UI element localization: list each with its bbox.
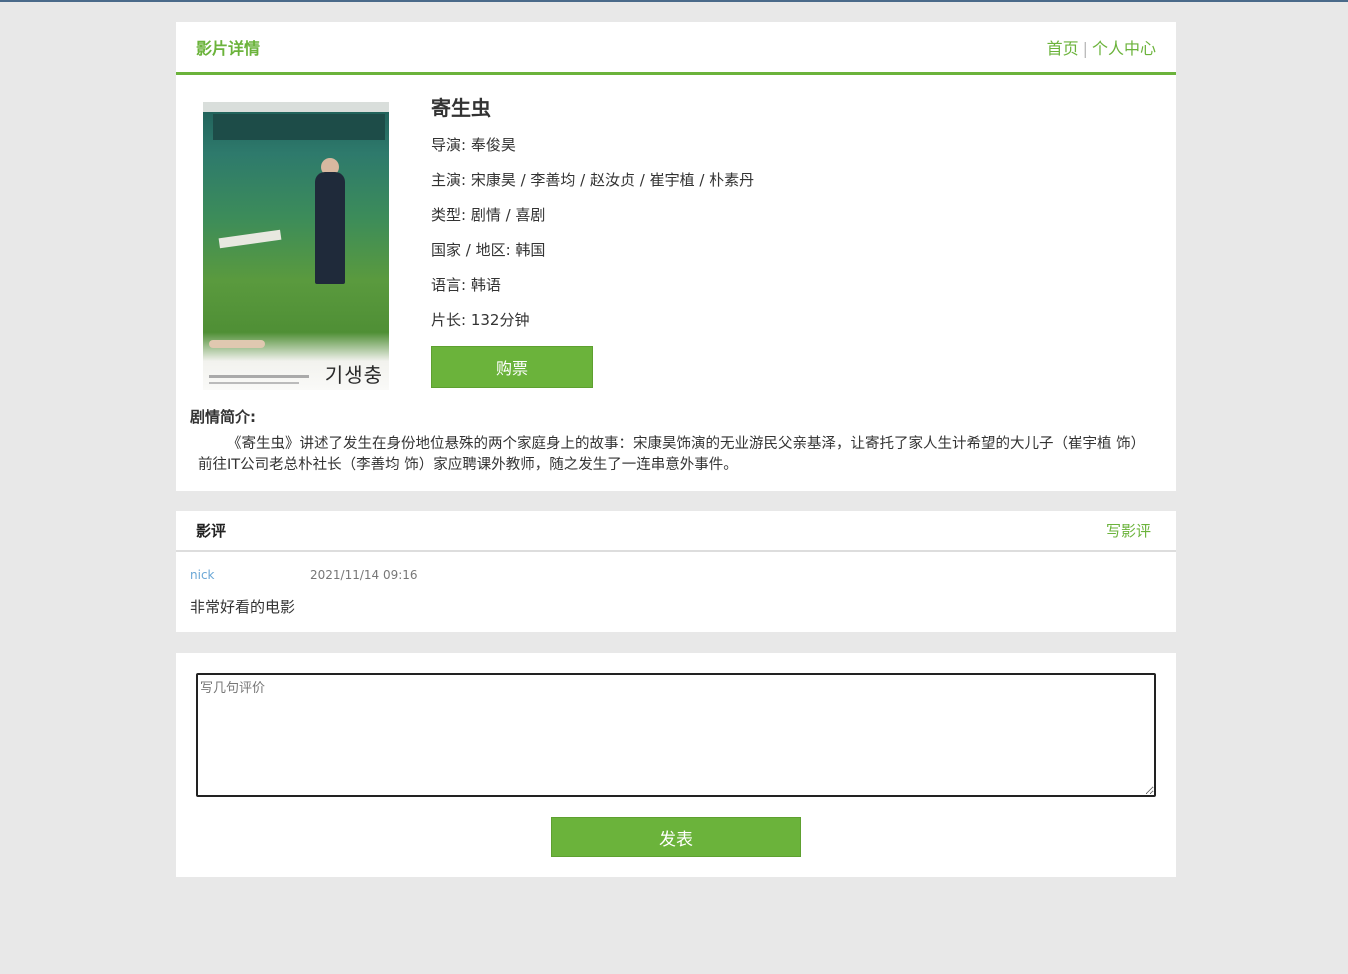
poster-credits-line	[209, 375, 309, 378]
review-meta: nick 2021/11/14 09:16	[190, 566, 1162, 584]
movie-runtime: 片长: 132分钟	[431, 311, 530, 329]
reviews-panel: 影评 写影评 nick 2021/11/14 09:16 非常好看的电影	[176, 511, 1176, 632]
poster-house	[213, 114, 385, 140]
home-link[interactable]: 首页	[1047, 39, 1079, 58]
synopsis: 剧情简介: 《寄生虫》讲述了发生在身份地位悬殊的两个家庭身上的故事：宋康昊饰演的…	[190, 406, 1150, 476]
page-title: 影片详情	[196, 39, 261, 58]
poster-title: 기생충	[324, 363, 383, 387]
review-user-link[interactable]: nick	[190, 568, 310, 582]
review-item: nick 2021/11/14 09:16 非常好看的电影	[176, 552, 1176, 617]
poster-credits-line	[209, 382, 299, 384]
post-comment-button[interactable]: 发表	[551, 817, 801, 857]
movie-region: 国家 / 地区: 韩国	[431, 241, 546, 259]
movie-info: 寄生虫 导演: 奉俊昊 主演: 宋康昊 / 李善均 / 赵汝贞 / 崔宇植 / …	[431, 92, 754, 388]
buy-ticket-button[interactable]: 购票	[431, 346, 593, 388]
write-review-link[interactable]: 写影评	[1106, 520, 1151, 541]
header-nav: 首页 | 个人中心	[1047, 35, 1156, 59]
movie-cast: 主演: 宋康昊 / 李善均 / 赵汝贞 / 崔宇植 / 朴素丹	[431, 171, 755, 189]
poster-legs	[209, 340, 265, 348]
profile-link[interactable]: 个人中心	[1092, 39, 1156, 58]
poster-lounger	[218, 229, 282, 249]
movie-title: 寄生虫	[431, 96, 491, 120]
comment-textarea[interactable]	[196, 673, 1156, 797]
top-border	[0, 0, 1348, 2]
movie-genre: 类型: 剧情 / 喜剧	[431, 206, 546, 224]
reviews-title: 影评	[196, 522, 227, 540]
synopsis-text: 《寄生虫》讲述了发生在身份地位悬殊的两个家庭身上的故事：宋康昊饰演的无业游民父亲…	[198, 436, 1146, 473]
nav-separator: |	[1082, 39, 1088, 58]
movie-poster: 기생충	[203, 102, 389, 390]
poster-roof	[203, 102, 389, 112]
comment-form-panel: 发表	[176, 653, 1176, 877]
detail-header: 影片详情 首页 | 个人中心	[176, 22, 1176, 75]
review-timestamp: 2021/11/14 09:16	[310, 568, 418, 582]
reviews-header: 影评 写影评	[176, 511, 1176, 552]
movie-detail-panel: 影片详情 首页 | 个人中心 기생충 寄生虫 导演: 奉俊昊 主演: 宋康昊 / 李…	[176, 22, 1176, 491]
movie-director: 导演: 奉俊昊	[431, 136, 516, 154]
poster-figure	[315, 172, 345, 284]
synopsis-label: 剧情简介:	[190, 408, 256, 426]
review-text: 非常好看的电影	[190, 598, 296, 616]
movie-language: 语言: 韩语	[431, 276, 501, 294]
